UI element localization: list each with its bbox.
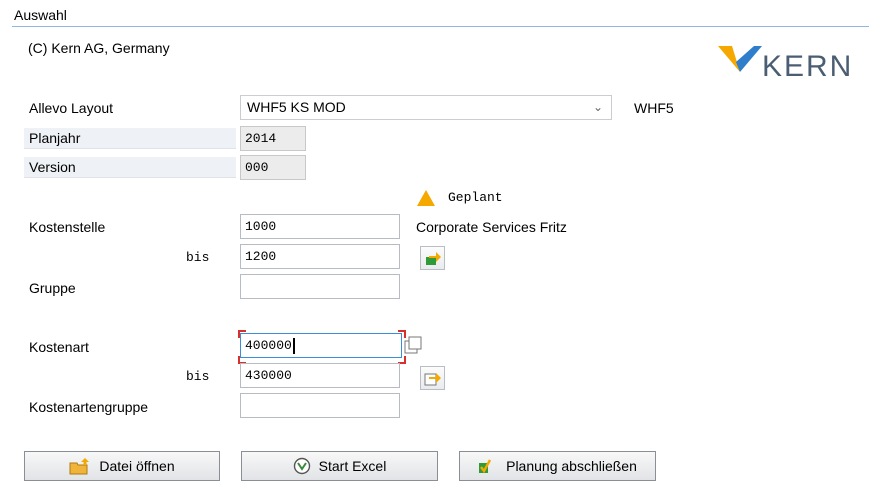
window-titlebar: Auswahl [0, 0, 869, 27]
kostenstelle-to-input[interactable]: 1200 [240, 244, 400, 269]
layout-selected-value: WHF5 KS MOD [247, 99, 346, 115]
start-excel-button[interactable]: Start Excel [241, 451, 438, 481]
text-cursor [292, 337, 295, 354]
chevron-down-icon[interactable]: ⌄ [593, 96, 603, 119]
copy-icon[interactable] [404, 336, 424, 359]
logo-wordmark: KERN [762, 50, 853, 82]
kostenart-label: Kostenart [29, 339, 89, 355]
execute-icon [293, 457, 310, 475]
gruppe-input[interactable] [240, 274, 400, 299]
kostenartengruppe-label: Kostenartengruppe [29, 399, 149, 415]
layout-code: WHF5 [634, 100, 674, 116]
kostenart-bis-label: bis [186, 369, 210, 384]
warning-icon [416, 189, 436, 210]
layout-dropdown[interactable]: WHF5 KS MOD ⌄ [240, 95, 612, 120]
title-divider [12, 26, 869, 27]
kostenart-from-input[interactable]: 400000 [240, 333, 402, 358]
check-icon [479, 459, 492, 474]
multiple-selection-button[interactable] [420, 246, 445, 270]
kostenstelle-label: Kostenstelle [29, 219, 106, 235]
kostenstelle-bis-label: bis [186, 250, 210, 265]
multiple-selection-icon [426, 252, 441, 265]
open-file-label: Datei öffnen [99, 458, 175, 474]
start-excel-label: Start Excel [318, 458, 387, 474]
multiple-selection-icon [424, 373, 441, 386]
finish-planning-label: Planung abschließen [506, 458, 637, 474]
kern-logo: KERN [718, 42, 858, 83]
focus-corner-tl [238, 330, 246, 338]
folder-icon [69, 458, 90, 475]
version-field: 000 [240, 155, 306, 180]
planjahr-label: Planjahr [24, 128, 236, 149]
gruppe-label: Gruppe [29, 280, 76, 296]
status-text: Geplant [448, 190, 503, 205]
copyright-text: (C) Kern AG, Germany [28, 40, 170, 56]
kostenstelle-from-input[interactable]: 1000 [240, 214, 400, 239]
open-file-button[interactable]: Datei öffnen [24, 451, 220, 481]
finish-planning-button[interactable]: Planung abschließen [459, 451, 656, 481]
kostenartengruppe-input[interactable] [240, 393, 400, 418]
kostenstelle-description: Corporate Services Fritz [416, 219, 567, 235]
window-tab-title[interactable]: Auswahl [14, 7, 67, 23]
kostenart-from-value: 400000 [245, 338, 292, 353]
layout-label: Allevo Layout [29, 100, 114, 116]
planjahr-field: 2014 [240, 126, 306, 151]
multiple-selection-button[interactable] [420, 366, 445, 390]
kostenart-to-input[interactable]: 430000 [240, 363, 400, 388]
version-label: Version [24, 157, 236, 178]
